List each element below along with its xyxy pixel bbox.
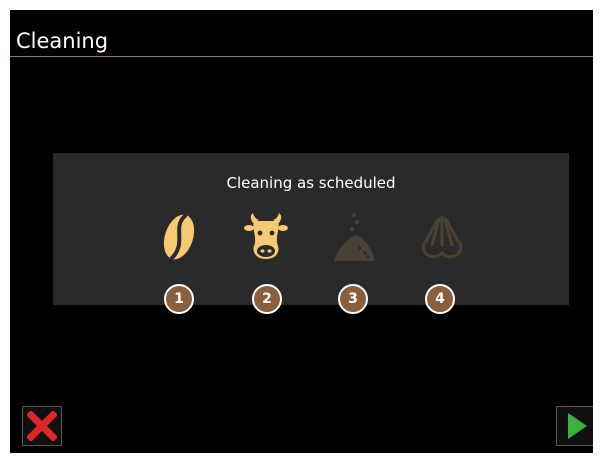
- cleaning-message: Cleaning as scheduled: [226, 174, 396, 192]
- step-badge-2: 2: [252, 284, 282, 314]
- step-badge-1: 1: [164, 284, 194, 314]
- rinse-spray-icon: [420, 211, 464, 263]
- start-button[interactable]: [556, 406, 593, 446]
- cow-icon: [244, 211, 288, 263]
- title-divider: [10, 56, 593, 57]
- close-icon: [27, 411, 57, 441]
- step-badge-3: 3: [338, 284, 368, 314]
- play-icon: [568, 413, 587, 439]
- coffee-bean-icon: [157, 211, 201, 263]
- page-title: Cleaning: [16, 29, 109, 53]
- cleaning-panel: Cleaning as scheduled 1 2 3 4: [53, 153, 569, 314]
- step-badge-4: 4: [425, 284, 455, 314]
- cleaning-screen: Cleaning Cleaning as scheduled 1 2 3 4: [10, 10, 593, 453]
- cancel-button[interactable]: [22, 406, 62, 446]
- powder-pile-icon: [332, 211, 376, 263]
